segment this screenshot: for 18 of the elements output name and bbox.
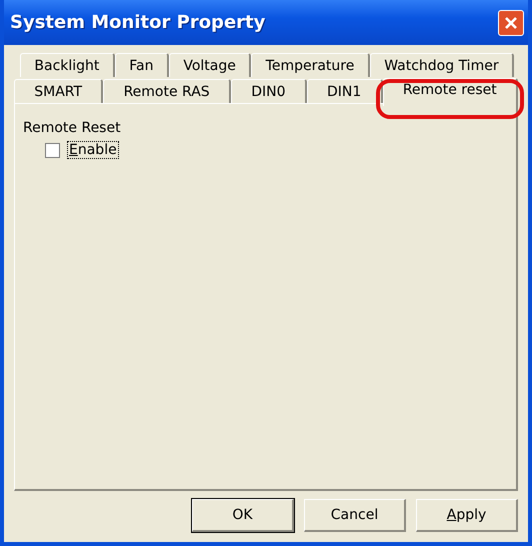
- window-title: System Monitor Property: [10, 12, 266, 33]
- tab[interactable]: DIN0: [230, 79, 307, 103]
- dialog-button[interactable]: Apply: [416, 499, 518, 532]
- tab[interactable]: Remote RAS: [103, 79, 231, 103]
- tab[interactable]: Fan: [114, 53, 169, 77]
- dialog-button[interactable]: OK: [192, 499, 294, 532]
- dialog-button[interactable]: Cancel: [304, 499, 406, 532]
- group-label: Remote Reset: [23, 120, 122, 136]
- tab[interactable]: Watchdog Timer: [370, 53, 514, 77]
- tab[interactable]: SMART: [14, 79, 104, 103]
- checkbox[interactable]: [45, 142, 60, 158]
- tab[interactable]: Backlight: [20, 53, 115, 77]
- tab[interactable]: DIN1: [306, 79, 383, 103]
- close-icon: [504, 16, 518, 30]
- tab[interactable]: Temperature: [251, 53, 370, 77]
- close-button[interactable]: [498, 10, 524, 36]
- tab[interactable]: Voltage: [168, 53, 252, 77]
- checkbox-label[interactable]: Enable: [68, 142, 118, 158]
